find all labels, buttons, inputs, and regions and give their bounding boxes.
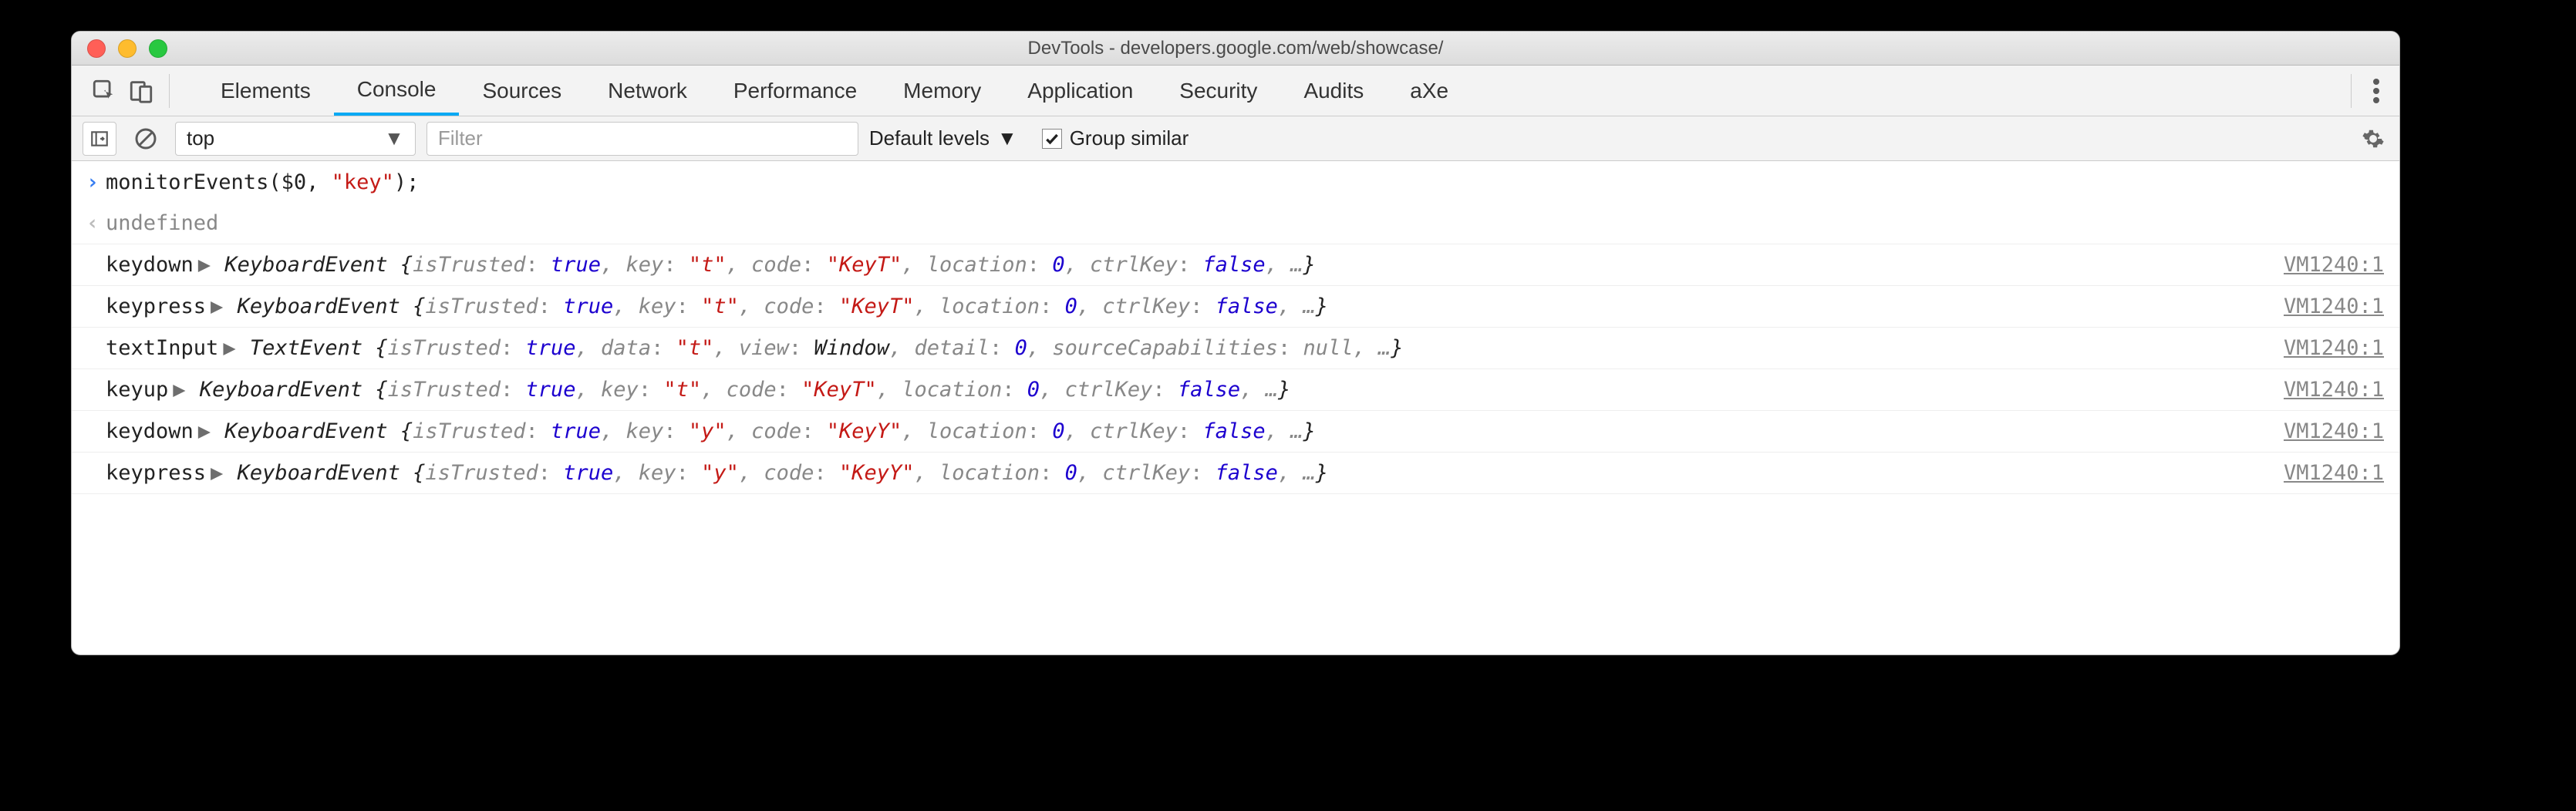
tab-sources[interactable]: Sources xyxy=(459,66,585,116)
source-link[interactable]: VM1240:1 xyxy=(2284,378,2384,402)
log-body: keypress▶ KeyboardEvent {isTrusted: true… xyxy=(106,294,2271,318)
object-type: KeyboardEvent xyxy=(200,378,376,402)
console-input-text: monitorEvents($0, "key"); xyxy=(106,170,2384,194)
event-name: textInput xyxy=(106,336,218,360)
inspect-element-icon[interactable] xyxy=(86,72,123,109)
console-log-row: textInput▶ TextEvent {isTrusted: true, d… xyxy=(72,328,2399,369)
event-name: keyup xyxy=(106,378,168,402)
object-type: KeyboardEvent xyxy=(238,461,413,485)
console-log-row: keydown▶ KeyboardEvent {isTrusted: true,… xyxy=(72,244,2399,286)
source-link[interactable]: VM1240:1 xyxy=(2284,336,2384,360)
console-result-text: undefined xyxy=(106,211,218,235)
source-link[interactable]: VM1240:1 xyxy=(2284,461,2384,485)
event-name: keydown xyxy=(106,419,194,443)
tab-security[interactable]: Security xyxy=(1156,66,1280,116)
object-type: KeyboardEvent xyxy=(224,419,400,443)
console-log-row: keydown▶ KeyboardEvent {isTrusted: true,… xyxy=(72,411,2399,453)
devtools-window: DevTools - developers.google.com/web/sho… xyxy=(71,31,2400,655)
tab-application[interactable]: Application xyxy=(1004,66,1156,116)
console-input-row[interactable]: › monitorEvents($0, "key"); xyxy=(72,161,2399,203)
source-link[interactable]: VM1240:1 xyxy=(2284,253,2384,277)
event-name: keypress xyxy=(106,461,206,485)
log-body: keyup▶ KeyboardEvent {isTrusted: true, k… xyxy=(106,378,2271,402)
object-type: KeyboardEvent xyxy=(224,253,400,277)
event-name: keydown xyxy=(106,253,194,277)
tab-audits[interactable]: Audits xyxy=(1280,66,1387,116)
prompt-icon: › xyxy=(79,170,106,194)
panel-tabs: ElementsConsoleSourcesNetworkPerformance… xyxy=(197,66,1472,116)
minimize-window-button[interactable] xyxy=(118,39,137,58)
chevron-down-icon: ▼ xyxy=(384,126,404,150)
clear-console-icon[interactable] xyxy=(127,120,164,157)
close-window-button[interactable] xyxy=(87,39,106,58)
expand-object-icon[interactable]: ▶ xyxy=(198,419,211,443)
object-type: TextEvent xyxy=(250,336,376,360)
context-selector-value: top xyxy=(187,126,214,150)
window-controls xyxy=(72,39,167,58)
checkbox-checked-icon xyxy=(1042,129,1062,149)
console-log-row: keypress▶ KeyboardEvent {isTrusted: true… xyxy=(72,453,2399,494)
more-menu-icon[interactable] xyxy=(2361,78,2392,104)
console-output: › monitorEvents($0, "key"); ‹ undefined … xyxy=(72,161,2399,494)
object-type: KeyboardEvent xyxy=(238,294,413,318)
console-result-row: ‹ undefined xyxy=(72,203,2399,244)
expand-object-icon[interactable]: ▶ xyxy=(173,378,185,402)
tab-axe[interactable]: aXe xyxy=(1387,66,1472,116)
source-link[interactable]: VM1240:1 xyxy=(2284,294,2384,318)
group-similar-label: Group similar xyxy=(1070,126,1189,150)
tab-memory[interactable]: Memory xyxy=(880,66,1004,116)
device-toolbar-icon[interactable] xyxy=(123,72,160,109)
result-icon: ‹ xyxy=(79,211,106,235)
chevron-down-icon: ▼ xyxy=(997,126,1017,150)
log-levels-selector[interactable]: Default levels ▼ xyxy=(869,126,1017,150)
tab-network[interactable]: Network xyxy=(585,66,710,116)
event-name: keypress xyxy=(106,294,206,318)
log-body: keypress▶ KeyboardEvent {isTrusted: true… xyxy=(106,461,2271,485)
tab-performance[interactable]: Performance xyxy=(710,66,880,116)
log-body: keydown▶ KeyboardEvent {isTrusted: true,… xyxy=(106,419,2271,443)
log-levels-label: Default levels xyxy=(869,126,990,150)
divider xyxy=(2351,74,2352,108)
zoom-window-button[interactable] xyxy=(149,39,167,58)
log-body: keydown▶ KeyboardEvent {isTrusted: true,… xyxy=(106,253,2271,277)
tab-elements[interactable]: Elements xyxy=(197,66,334,116)
filter-input[interactable] xyxy=(427,122,858,156)
console-toolbar: top ▼ Default levels ▼ Group similar xyxy=(72,116,2399,161)
context-selector[interactable]: top ▼ xyxy=(175,122,416,156)
group-similar-toggle[interactable]: Group similar xyxy=(1028,126,1189,150)
expand-object-icon[interactable]: ▶ xyxy=(211,294,223,318)
tab-console[interactable]: Console xyxy=(334,66,460,116)
divider xyxy=(169,74,170,108)
window-title: DevTools - developers.google.com/web/sho… xyxy=(72,38,2399,59)
log-body: textInput▶ TextEvent {isTrusted: true, d… xyxy=(106,336,2271,360)
console-settings-icon[interactable] xyxy=(2358,123,2389,154)
expand-object-icon[interactable]: ▶ xyxy=(223,336,235,360)
expand-object-icon[interactable]: ▶ xyxy=(211,461,223,485)
titlebar: DevTools - developers.google.com/web/sho… xyxy=(72,32,2399,66)
main-toolbar: ElementsConsoleSourcesNetworkPerformance… xyxy=(72,66,2399,116)
console-log-row: keypress▶ KeyboardEvent {isTrusted: true… xyxy=(72,286,2399,328)
show-console-sidebar-icon[interactable] xyxy=(83,122,116,156)
source-link[interactable]: VM1240:1 xyxy=(2284,419,2384,443)
expand-object-icon[interactable]: ▶ xyxy=(198,253,211,277)
console-log-row: keyup▶ KeyboardEvent {isTrusted: true, k… xyxy=(72,369,2399,411)
